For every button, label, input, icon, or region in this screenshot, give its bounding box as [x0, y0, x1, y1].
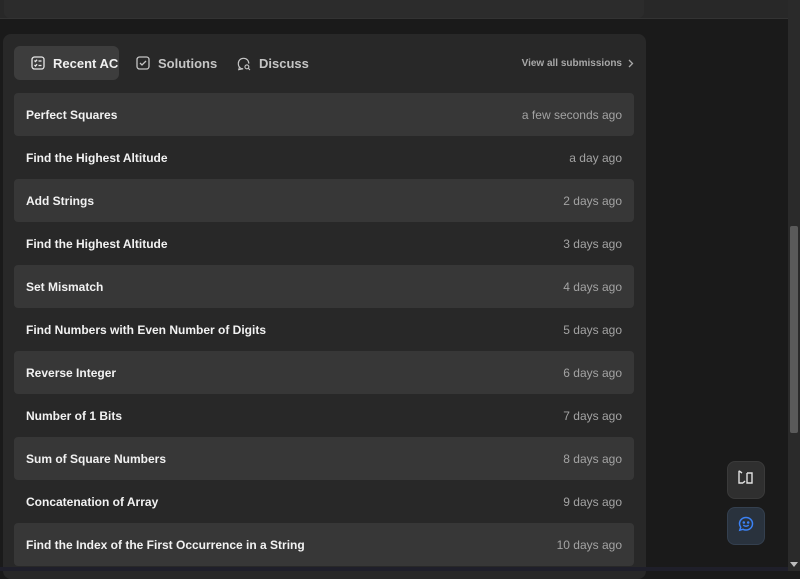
submission-time: 4 days ago — [563, 279, 622, 294]
switch-layout-icon — [737, 469, 755, 491]
submission-row[interactable]: Sum of Square Numbers 8 days ago — [14, 437, 634, 480]
tab-discuss[interactable]: Discuss — [233, 46, 313, 80]
submission-time: 9 days ago — [563, 494, 622, 509]
top-bar — [0, 0, 788, 19]
tab-discuss-label: Discuss — [259, 55, 309, 71]
submission-time: 8 days ago — [563, 451, 622, 466]
tab-solutions[interactable]: Solutions — [125, 46, 218, 80]
top-bar-panel-edge — [4, 0, 644, 18]
list-check-icon — [31, 56, 45, 70]
feedback-button[interactable] — [727, 507, 765, 545]
submission-title: Find the Index of the First Occurrence i… — [26, 537, 305, 552]
submission-title: Reverse Integer — [26, 365, 117, 380]
chevron-right-icon — [628, 59, 634, 68]
submission-list: Perfect Squares a few seconds ago Find t… — [14, 93, 634, 566]
submission-time: 5 days ago — [563, 322, 622, 337]
feedback-chat-icon — [738, 516, 754, 537]
submission-row[interactable]: Find the Highest Altitude 3 days ago — [14, 222, 634, 265]
submission-title: Sum of Square Numbers — [26, 451, 167, 466]
submission-title: Find Numbers with Even Number of Digits — [26, 322, 267, 337]
submission-row[interactable]: Concatenation of Array 9 days ago — [14, 480, 634, 523]
submission-time: 7 days ago — [563, 408, 622, 423]
submission-title: Number of 1 Bits — [26, 408, 123, 423]
submission-time: 3 days ago — [563, 236, 622, 251]
switch-layout-button[interactable] — [727, 461, 765, 499]
submission-row[interactable]: Perfect Squares a few seconds ago — [14, 93, 634, 136]
submission-row[interactable]: Number of 1 Bits 7 days ago — [14, 394, 634, 437]
tab-recent-ac-label: Recent AC — [53, 55, 119, 71]
submission-row[interactable]: Add Strings 2 days ago — [14, 179, 634, 222]
scrollbar-thumb[interactable] — [790, 226, 798, 433]
bottom-edge — [0, 567, 788, 571]
submission-title: Perfect Squares — [26, 107, 118, 122]
submission-time: 6 days ago — [563, 365, 622, 380]
submission-title: Concatenation of Array — [26, 494, 159, 509]
view-all-submissions-label: View all submissions — [521, 57, 622, 69]
submission-row[interactable]: Reverse Integer 6 days ago — [14, 351, 634, 394]
submission-row[interactable]: Find Numbers with Even Number of Digits … — [14, 308, 634, 351]
submission-time: 10 days ago — [556, 537, 622, 552]
scroll-down-arrow-icon[interactable] — [790, 562, 798, 567]
submission-time: a few seconds ago — [521, 107, 622, 122]
submission-time: a day ago — [569, 150, 622, 165]
submission-title: Set Mismatch — [26, 279, 104, 294]
recent-submissions-panel: Recent AC Solutions Discuss View all sub… — [3, 34, 646, 579]
submission-title: Add Strings — [26, 193, 94, 208]
checkbox-icon — [136, 56, 150, 70]
submission-title: Find the Highest Altitude — [26, 236, 168, 251]
vertical-scrollbar[interactable] — [788, 0, 800, 571]
view-all-submissions-link[interactable]: View all submissions — [522, 46, 634, 80]
panel-tabs: Recent AC Solutions Discuss View all sub… — [14, 46, 634, 80]
submission-title: Find the Highest Altitude — [26, 150, 168, 165]
submission-row[interactable]: Set Mismatch 4 days ago — [14, 265, 634, 308]
submission-row[interactable]: Find the Index of the First Occurrence i… — [14, 523, 634, 566]
submission-row[interactable]: Find the Highest Altitude a day ago — [14, 136, 634, 179]
submission-time: 2 days ago — [563, 193, 622, 208]
chat-search-icon — [237, 56, 251, 71]
tab-solutions-label: Solutions — [158, 55, 218, 71]
tab-recent-ac[interactable]: Recent AC — [14, 46, 119, 80]
